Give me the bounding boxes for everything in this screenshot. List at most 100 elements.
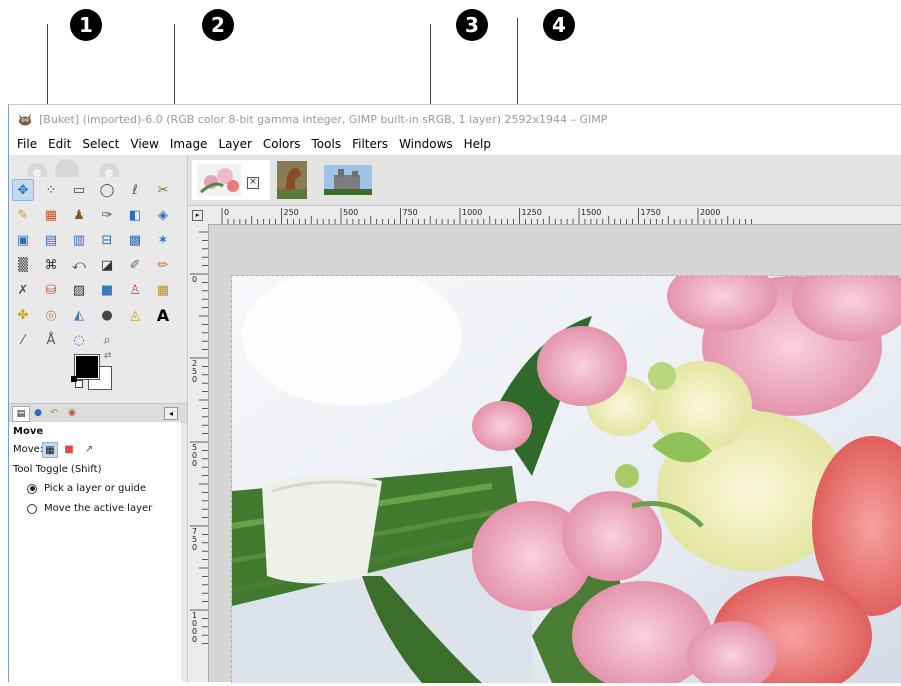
tool-move-icon[interactable]: ✥ [12, 179, 34, 201]
tool-smudge-icon[interactable]: ◬ [124, 304, 146, 326]
menu-bar: File Edit Select View Image Layer Colors… [9, 133, 901, 155]
close-tab-icon[interactable]: × [247, 177, 259, 189]
tab-device-status-icon[interactable]: ● [30, 406, 46, 420]
move-mode-selection-icon[interactable]: ■ [62, 442, 76, 456]
tool-heal-icon[interactable]: ◎ [40, 304, 62, 326]
menu-help[interactable]: Help [464, 137, 491, 151]
tool-flip-icon[interactable]: ◪ [96, 254, 118, 276]
ruler-label: 0 [192, 375, 197, 384]
tool-blend-icon[interactable]: ✗ [12, 279, 34, 301]
tool-mypaint-icon[interactable]: ▦ [152, 279, 174, 301]
callout-1: 1 [70, 0, 110, 46]
ruler-corner: ▸ [188, 206, 209, 225]
tool-cage-icon[interactable]: ✐ [124, 254, 146, 276]
title-bar[interactable]: [Buket] (imported)-6.0 (RGB color 8-bit … [9, 105, 901, 133]
tool-fuzzy-select-icon[interactable]: ✂ [152, 179, 174, 201]
menu-windows[interactable]: Windows [399, 137, 453, 151]
tool-ellipse-select-icon[interactable]: ◯ [96, 179, 118, 201]
menu-colors[interactable]: Colors [263, 137, 301, 151]
tool-rect-select-icon[interactable]: ▭ [68, 179, 90, 201]
image-window: × ▸ 0 250 500 750 1000 1250 1500 1750 20… [188, 155, 901, 683]
ruler-label: 1000 [462, 208, 482, 217]
tool-gegl-icon[interactable]: ◌ [68, 329, 90, 351]
ruler-label: 0 [192, 459, 197, 468]
image-tab-castle[interactable] [318, 160, 378, 200]
menu-filters[interactable]: Filters [352, 137, 388, 151]
gimp-logo-icon [19, 113, 31, 126]
tool-rotate-icon[interactable]: ⊟ [96, 229, 118, 251]
ruler-label: 750 [403, 208, 418, 217]
tool-paintbrush-icon[interactable]: ⛁ [40, 279, 62, 301]
tool-scale-icon[interactable]: ▩ [124, 229, 146, 251]
horizontal-ruler-ticks: 0 250 500 750 1000 1250 1500 1750 2000 [221, 208, 752, 224]
foreground-color-swatch[interactable] [74, 354, 100, 380]
move-mode-layer-icon[interactable]: ▦ [42, 442, 58, 458]
tool-text-icon[interactable]: ⁄ [12, 329, 34, 351]
image-tab-horse[interactable] [274, 160, 310, 200]
menu-image[interactable]: Image [170, 137, 208, 151]
tool-scissors-icon[interactable]: ▦ [40, 204, 62, 226]
menu-tools[interactable]: Tools [312, 137, 342, 151]
tool-align-icon[interactable]: ⁘ [40, 179, 62, 201]
tool-select-by-color-icon[interactable]: ✎ [12, 204, 34, 226]
tool-paths-icon[interactable]: ✑ [96, 204, 118, 226]
radio-pick-layer[interactable] [27, 483, 37, 494]
tool-options-panel: Move Move: ▦ ■ ↗ Tool Toggle (Shift) Pic… [9, 422, 181, 682]
ruler-label: 0 [192, 635, 197, 644]
tool-zoom-icon[interactable]: ◈ [152, 204, 174, 226]
tool-bucket-fill-icon[interactable]: ✏ [152, 254, 174, 276]
tool-measure-icon[interactable]: ▣ [12, 229, 34, 251]
ruler-label: 1500 [581, 208, 601, 217]
callout-2: 2 [202, 0, 242, 46]
option-pick-layer[interactable]: Pick a layer or guide [27, 483, 146, 494]
tool-eraser-icon[interactable]: Å [40, 329, 62, 351]
move-mode-path-icon[interactable]: ↗ [82, 442, 96, 456]
image-content-bouquet [231, 275, 901, 683]
tool-perspective-clone-icon[interactable]: ◭ [68, 304, 90, 326]
image-tab-buket[interactable]: × [192, 160, 270, 200]
toolbox-wilber-drop-zone[interactable] [9, 155, 187, 177]
option-move-active-layer[interactable]: Move the active layer [27, 503, 152, 514]
tool-color-picker-icon[interactable]: ◧ [124, 204, 146, 226]
tool-pencil-icon[interactable]: ▨ [68, 279, 90, 301]
vertical-ruler[interactable]: 02505007501000 [188, 224, 209, 682]
ruler-label: 1750 [641, 208, 661, 217]
tool-blur-icon[interactable]: ● [96, 304, 118, 326]
tool-airbrush-icon[interactable]: ■ [96, 279, 118, 301]
ruler-label: 0 [224, 208, 229, 217]
menu-edit[interactable]: Edit [48, 137, 71, 151]
tool-magnify-icon[interactable]: ⌕ [96, 329, 118, 351]
tab-tool-options-icon[interactable]: ▤ [12, 406, 30, 422]
ruler-label: 0 [192, 543, 197, 552]
tab-images-icon[interactable]: ◉ [64, 406, 80, 420]
tab-undo-history-icon[interactable]: ↶ [46, 406, 62, 420]
tool-3d-transform-icon[interactable]: ⌘ [40, 254, 62, 276]
swap-colors-icon[interactable]: ⇄ [104, 351, 112, 361]
tool-perspective-icon[interactable]: ▒ [12, 254, 34, 276]
horizontal-ruler[interactable]: 0 250 500 750 1000 1250 1500 1750 2000 [208, 206, 901, 225]
quick-mask-icon[interactable]: ▸ [192, 210, 203, 221]
tool-shear-icon[interactable]: ✶ [152, 229, 174, 251]
tool-ink-icon[interactable]: ♙ [124, 279, 146, 301]
tool-clone-icon[interactable]: ✤ [12, 304, 34, 326]
callout-4: 4 [543, 0, 583, 46]
tool-warp-icon[interactable]: ⤺ [68, 254, 90, 276]
tool-crop-icon[interactable]: ▤ [40, 229, 62, 251]
tool-dodge-burn-icon[interactable]: A [152, 304, 174, 326]
window-title: [Buket] (imported)-6.0 (RGB color 8-bit … [39, 112, 608, 126]
tool-options-title: Move [13, 426, 44, 437]
dock-tabs: ▤ ● ↶ ◉ ◂ [9, 403, 187, 423]
radio-move-active-layer[interactable] [27, 503, 37, 514]
thumbnail-buket [197, 164, 241, 196]
menu-select[interactable]: Select [82, 137, 119, 151]
image-canvas[interactable] [209, 225, 901, 683]
menu-view[interactable]: View [130, 137, 158, 151]
tool-foreground-select-icon[interactable]: ♟ [68, 204, 90, 226]
tool-unified-transform-icon[interactable]: ▥ [68, 229, 90, 251]
menu-file[interactable]: File [17, 137, 37, 151]
thumbnail-castle [324, 165, 372, 195]
menu-layer[interactable]: Layer [218, 137, 251, 151]
dock-menu-icon[interactable]: ◂ [164, 407, 178, 420]
tool-free-select-icon[interactable]: ℓ [124, 179, 146, 201]
default-colors-button[interactable] [71, 376, 77, 382]
